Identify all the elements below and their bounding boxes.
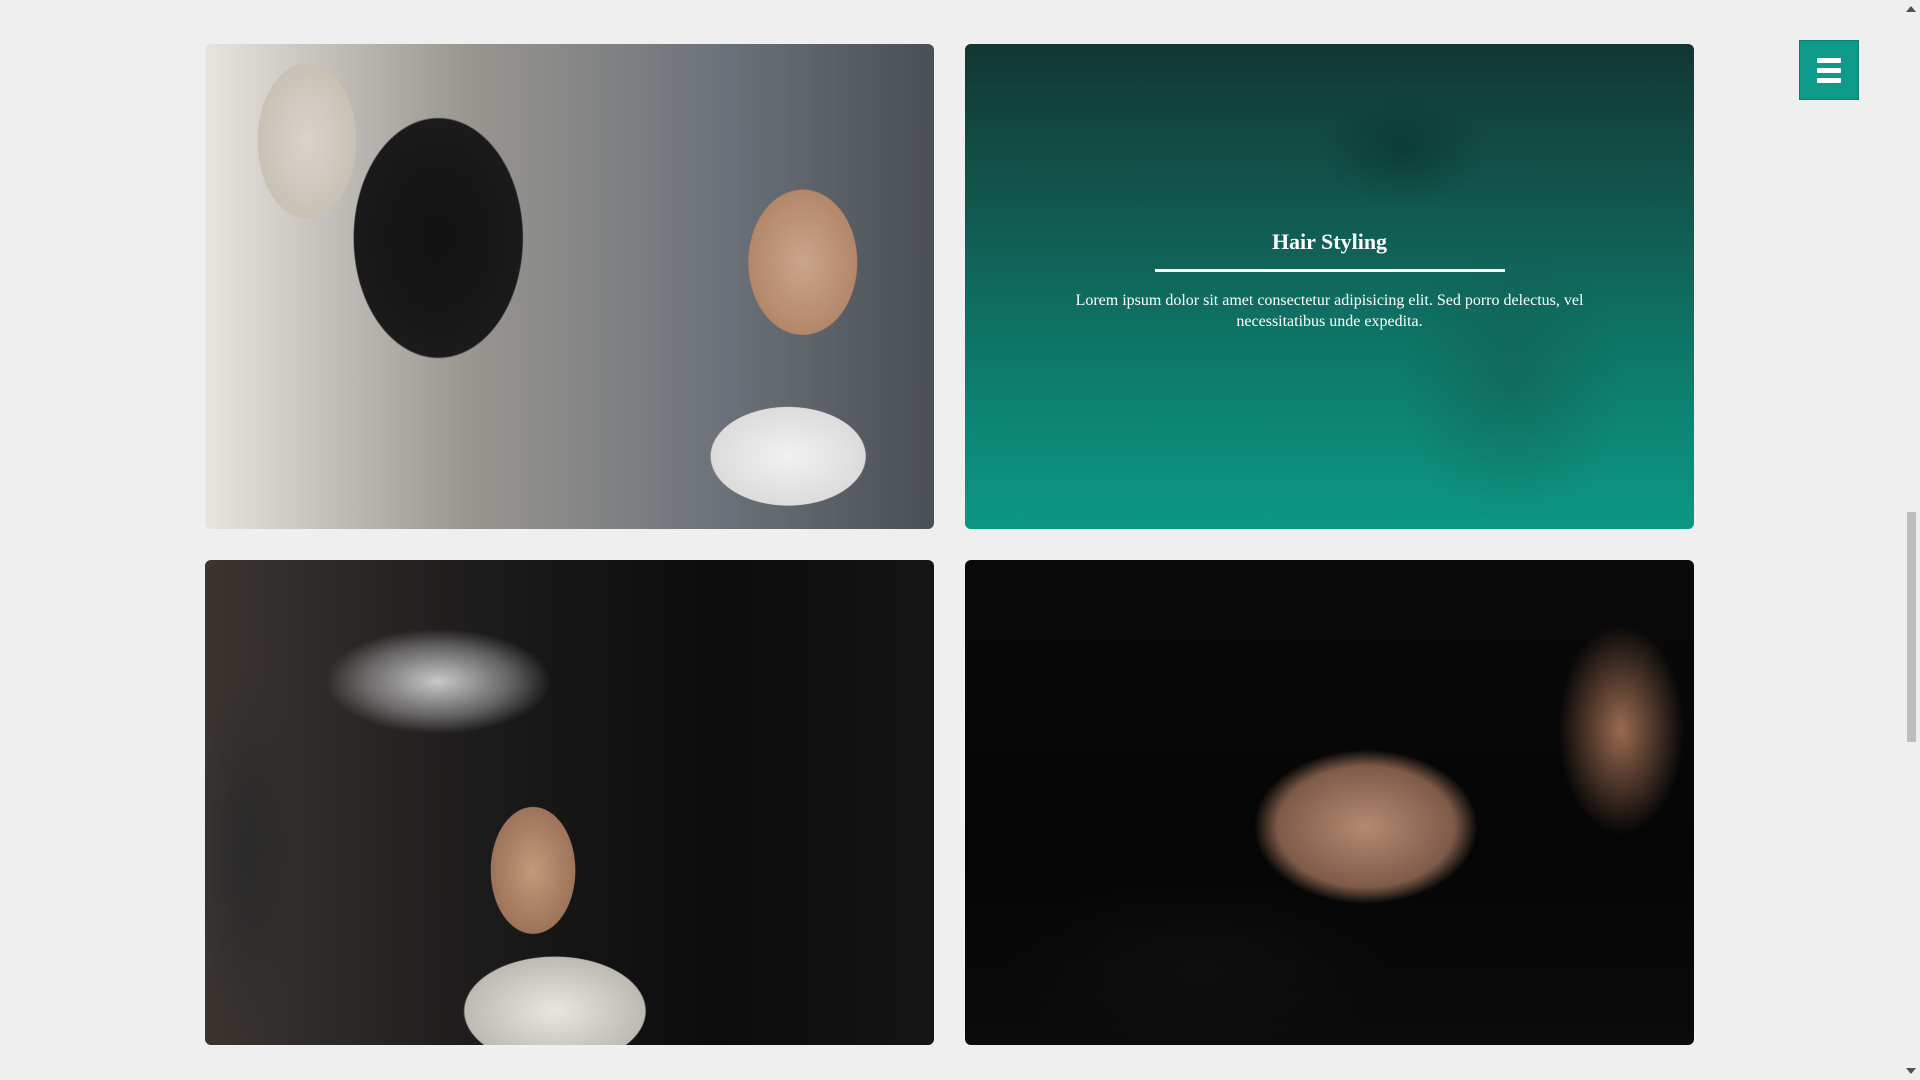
gallery-card-hair-styling[interactable]: Hair Styling Lorem ipsum dolor sit amet … [965, 44, 1694, 529]
scroll-up-arrow-icon[interactable] [1906, 6, 1916, 12]
gallery-card-hair-wash[interactable] [965, 560, 1694, 1045]
menu-button[interactable] [1799, 40, 1859, 100]
card-caption: Hair Styling Lorem ipsum dolor sit amet … [965, 229, 1694, 332]
hamburger-icon-bar [1817, 67, 1841, 73]
spray-photo [205, 560, 934, 1045]
caption-text: Lorem ipsum dolor sit amet consectetur a… [1075, 292, 1584, 330]
caption-divider [1154, 269, 1505, 272]
hamburger-icon-bar [1817, 77, 1841, 83]
page: Hair Styling Lorem ipsum dolor sit amet … [0, 0, 1920, 1080]
scroll-down-arrow-icon[interactable] [1906, 1068, 1916, 1074]
gallery-card-spray[interactable] [205, 560, 934, 1045]
hair-wash-photo [965, 560, 1694, 1045]
gallery-card-haircut[interactable] [205, 44, 934, 529]
hamburger-icon [1817, 57, 1841, 63]
caption-title: Hair Styling [1271, 229, 1388, 254]
scroll-thumb[interactable] [1907, 512, 1916, 742]
haircut-photo [205, 44, 934, 529]
vertical-scrollbar[interactable] [1902, 0, 1920, 1080]
